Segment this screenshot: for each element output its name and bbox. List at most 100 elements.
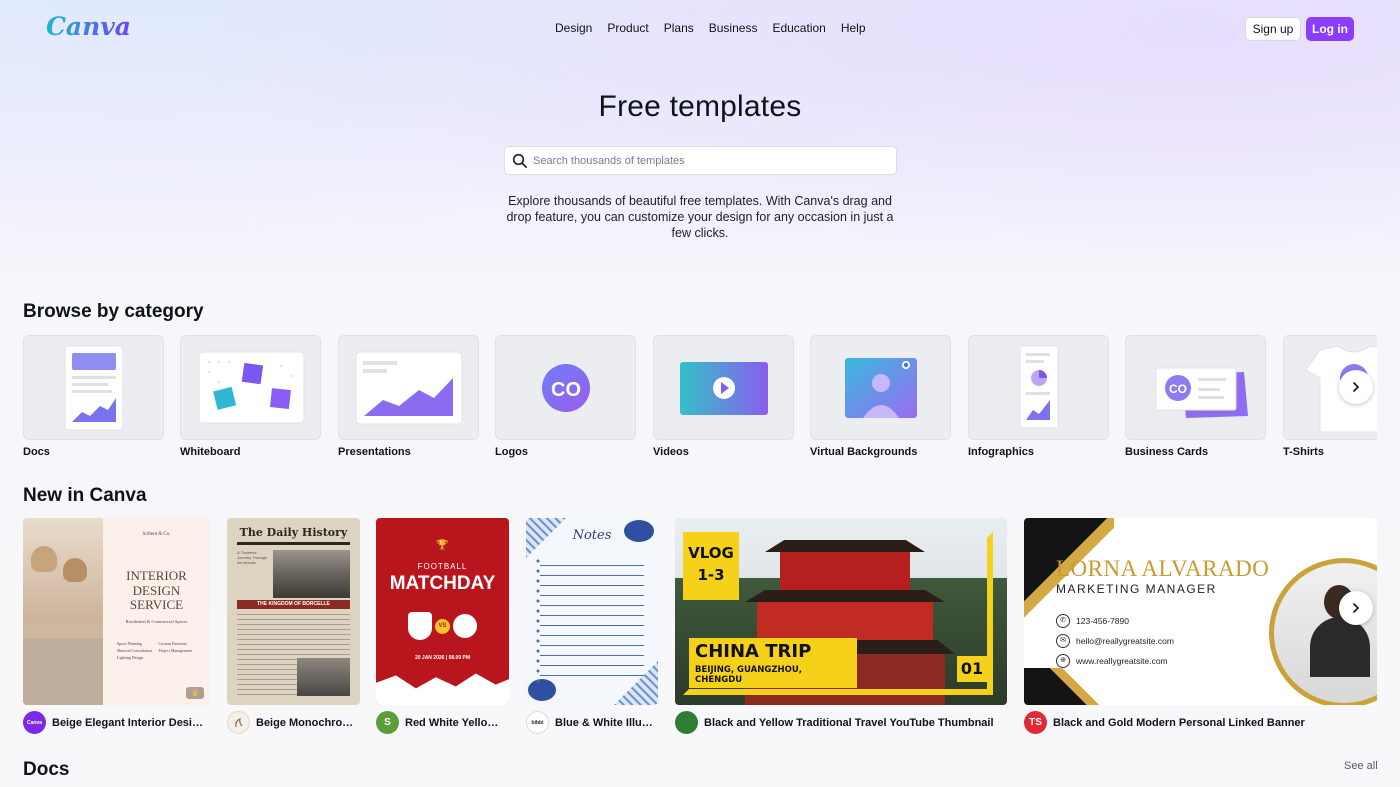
- creator-avatar[interactable]: Canva: [23, 711, 46, 734]
- creator-avatar[interactable]: TS: [1024, 711, 1047, 734]
- category-label: Videos: [653, 446, 689, 458]
- template-search[interactable]: [504, 146, 897, 175]
- category-label: Business Cards: [1125, 446, 1209, 458]
- template-thumbnail: The Daily History A Timeless Journey Thr…: [227, 518, 360, 705]
- premium-crown-icon: ♛: [186, 687, 204, 699]
- chevron-right-icon: [1353, 603, 1360, 613]
- category-label: Whiteboard: [180, 446, 241, 458]
- chevron-right-icon: [1353, 382, 1360, 392]
- thumb-subheading: Residential & Commercial Spaces: [125, 618, 188, 624]
- template-thumbnail: Softent & Co. INTERIOR DESIGN SERVICE Re…: [23, 518, 210, 705]
- category-videos[interactable]: Videos: [653, 335, 794, 458]
- template-thumbnail: 🏆 FOOTBALL MATCHDAY VS 20 JAN 2026 | 08.…: [376, 518, 509, 705]
- canva-logo[interactable]: Canva: [46, 12, 131, 41]
- template-meta: Black and Yellow Traditional Travel YouT…: [675, 711, 994, 734]
- thumb-role: MARKETING MANAGER: [1056, 582, 1217, 596]
- thumb-web: www.reallygreatsite.com: [1076, 656, 1168, 666]
- category-tile: [810, 335, 951, 440]
- note-lines: [540, 556, 644, 684]
- globe-icon: ⊕: [1056, 654, 1070, 668]
- category-logos[interactable]: CO Logos: [495, 335, 636, 458]
- business-card-logo-text: CO: [1169, 382, 1187, 396]
- category-label: Infographics: [968, 446, 1035, 458]
- new-in-canva-title: New in Canva: [23, 485, 147, 506]
- creator-avatar[interactable]: S: [376, 711, 399, 734]
- category-label: Docs: [23, 446, 50, 458]
- thumb-heading: The Daily History: [239, 526, 348, 539]
- category-next-button[interactable]: [1339, 370, 1373, 404]
- gold-stripes: [1024, 668, 1144, 705]
- creator-avatar[interactable]: bibbi: [526, 711, 549, 734]
- signup-button[interactable]: Sign up: [1245, 17, 1301, 41]
- category-label: Logos: [495, 446, 528, 458]
- template-card-interior[interactable]: Softent & Co. INTERIOR DESIGN SERVICE Re…: [23, 518, 210, 734]
- template-title: Black and Gold Modern Personal Linked Ba…: [1053, 716, 1305, 729]
- category-docs[interactable]: Docs: [23, 335, 164, 458]
- template-meta: Canva Beige Elegant Interior Design ...: [23, 711, 208, 734]
- nav-business[interactable]: Business: [709, 21, 758, 35]
- see-all-link[interactable]: See all: [1344, 760, 1378, 772]
- thumb-vlog: VLOG: [688, 544, 734, 562]
- template-title: Blue & White Illust...: [555, 716, 655, 729]
- nav-design[interactable]: Design: [555, 21, 592, 35]
- template-card-linkedin-banner[interactable]: LORNA ALVARADO MARKETING MANAGER ✆ 123-45…: [1024, 518, 1377, 734]
- template-card-notes[interactable]: Notes bibbi Blue & White Illust...: [526, 518, 658, 734]
- vlog-badge: VLOG 1-3: [683, 532, 739, 600]
- nav-help[interactable]: Help: [841, 21, 866, 35]
- email-icon: ✉: [1056, 634, 1070, 648]
- creator-avatar[interactable]: [675, 711, 698, 734]
- category-tile: [653, 335, 794, 440]
- contact-list: ✆ 123-456-7890 ✉ hello@reallygreatsite.com…: [1056, 614, 1174, 668]
- infographic-icon: [1019, 345, 1059, 429]
- main-nav: Design Product Plans Business Education …: [555, 21, 866, 35]
- category-infographics[interactable]: Infographics: [968, 335, 1109, 458]
- thumb-service: Project Management: [158, 647, 192, 653]
- category-whiteboard[interactable]: Whiteboard: [180, 335, 321, 458]
- template-meta: S Red White Yellow ...: [376, 711, 505, 734]
- thumb-heading: CHINA TRIP: [695, 641, 812, 662]
- templates-next-button[interactable]: [1339, 591, 1373, 625]
- presentation-icon: [355, 351, 463, 425]
- thumb-service: Material Consultation: [117, 647, 152, 653]
- title-box: CHINA TRIP BEIJING, GUANGZHOU, CHENGDU: [689, 638, 857, 688]
- team-crest-icon: [408, 612, 432, 640]
- category-label: Virtual Backgrounds: [810, 446, 918, 458]
- search-icon: [512, 153, 528, 169]
- template-title: Red White Yellow ...: [405, 716, 505, 729]
- category-presentations[interactable]: Presentations: [338, 335, 479, 458]
- thumb-vs: VS: [435, 619, 450, 634]
- thumb-phone: 123-456-7890: [1076, 616, 1129, 626]
- template-thumbnail: VLOG 1-3 CHINA TRIP BEIJING, GUANGZHOU, …: [675, 518, 1007, 705]
- login-button[interactable]: Log in: [1306, 17, 1354, 41]
- thumb-heading: INTERIOR DESIGN SERVICE: [126, 568, 187, 612]
- thumb-banner: THE KINGDOM OF BORCELLE: [237, 600, 350, 609]
- thumb-photo: [273, 550, 350, 598]
- category-label: Presentations: [338, 446, 411, 458]
- creator-avatar-icon: [234, 717, 242, 727]
- browse-category-title: Browse by category: [23, 301, 204, 322]
- thumb-email: hello@reallygreatsite.com: [1076, 636, 1174, 646]
- trophy-icon: 🏆: [436, 540, 449, 551]
- search-input[interactable]: [533, 151, 888, 171]
- category-business-cards[interactable]: CO Business Cards: [1125, 335, 1266, 458]
- template-title: Beige Monochrom...: [256, 716, 356, 729]
- template-card-newspaper[interactable]: The Daily History A Timeless Journey Thr…: [227, 518, 360, 734]
- nav-product[interactable]: Product: [607, 21, 648, 35]
- template-meta: bibbi Blue & White Illust...: [526, 711, 655, 734]
- template-thumbnail: LORNA ALVARADO MARKETING MANAGER ✆ 123-45…: [1024, 518, 1377, 705]
- creator-avatar[interactable]: [227, 711, 250, 734]
- football-icon: [453, 614, 477, 638]
- nav-plans[interactable]: Plans: [664, 21, 694, 35]
- thumb-places: BEIJING, GUANGZHOU, CHENGDU: [695, 665, 802, 685]
- phone-icon: ✆: [1056, 614, 1070, 628]
- template-card-matchday[interactable]: 🏆 FOOTBALL MATCHDAY VS 20 JAN 2026 | 08.…: [376, 518, 509, 734]
- template-title: Black and Yellow Traditional Travel YouT…: [704, 716, 994, 729]
- category-virtual-backgrounds[interactable]: Virtual Backgrounds: [810, 335, 951, 458]
- template-meta: TS Black and Gold Modern Personal Linked…: [1024, 711, 1305, 734]
- category-tile: CO: [1125, 335, 1266, 440]
- category-label: T-Shirts: [1283, 446, 1324, 458]
- nav-education[interactable]: Education: [772, 21, 825, 35]
- docs-section-title: Docs: [23, 759, 70, 780]
- thumb-episode: 1-3: [697, 566, 725, 584]
- template-card-china-trip[interactable]: VLOG 1-3 CHINA TRIP BEIJING, GUANGZHOU, …: [675, 518, 1007, 734]
